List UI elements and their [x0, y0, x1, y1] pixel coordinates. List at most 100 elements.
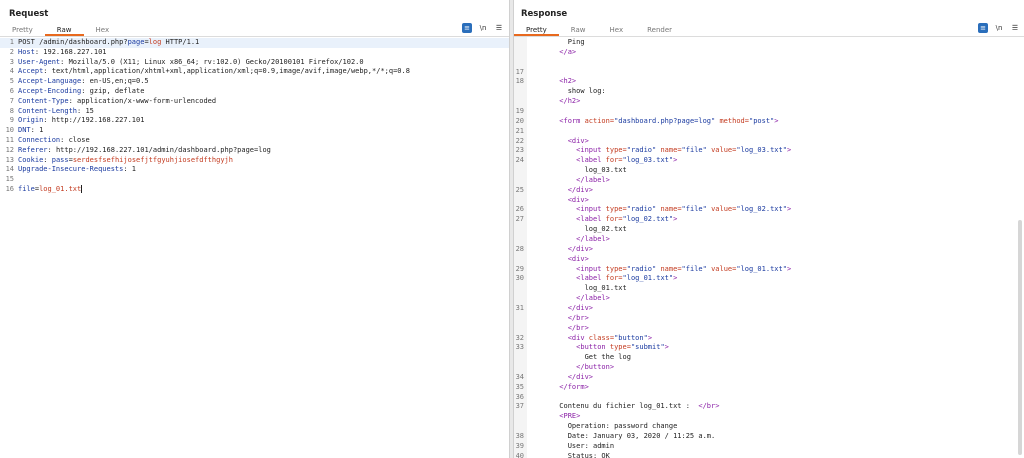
code-token: : [43, 155, 52, 164]
code-token: : 1 [30, 126, 44, 135]
menu-icon[interactable]: ☰ [1010, 23, 1020, 33]
code-text: Origin: http://192.168.227.101 [18, 116, 144, 126]
code-token: Accept [18, 67, 44, 76]
line-number: 35 [515, 382, 524, 391]
code-line: 28 </div> [514, 245, 1024, 255]
line-number: 30 [515, 274, 524, 283]
wrap-icon[interactable]: ≡ [462, 23, 472, 33]
code-token: Host [18, 47, 35, 56]
code-token: for= [605, 156, 623, 165]
tab-raw[interactable]: Raw [44, 24, 84, 36]
code-text: Status: OK [534, 452, 610, 458]
code-token: file [18, 185, 35, 193]
code-text: <button type="submit"> [534, 343, 669, 353]
line-number: 39 [515, 441, 524, 450]
tab-hex[interactable]: Hex [598, 24, 636, 36]
code-token: : 192.168.227.101 [34, 47, 107, 56]
response-editor[interactable]: Ping </a> 17 18 <h2> show log: </h2> 19 20 <… [514, 37, 1024, 458]
code-token: </br> [534, 313, 589, 322]
code-line: </button> [514, 363, 1024, 373]
code-text: </br> [534, 314, 589, 324]
code-text: </br> [534, 324, 589, 334]
code-token: : text/html,application/xhtml+xml,applic… [43, 67, 410, 76]
code-line: 2 Host: 192.168.227.101 [0, 48, 509, 58]
code-token: Content-Type [18, 96, 69, 105]
code-line: 14 Upgrade-Insecure-Requests: 1 [0, 165, 509, 175]
code-text: <input type="radio" name="file" value="l… [534, 265, 791, 275]
code-text: Content-Length: 15 [18, 107, 94, 117]
code-token: type= [605, 146, 627, 155]
tab-hex[interactable]: Hex [84, 24, 122, 36]
request-editor[interactable]: 1 POST /admin/dashboard.php?page=log HTTP… [0, 37, 509, 458]
code-text: Content-Type: application/x-www-form-url… [18, 97, 216, 107]
code-line: log_03.txt [514, 166, 1024, 176]
tab-raw[interactable]: Raw [559, 24, 598, 36]
response-toolbar: ≡ \n ☰ [978, 23, 1020, 33]
code-token: value= [711, 146, 737, 155]
code-text: Referer: http://192.168.227.101/admin/da… [18, 146, 271, 156]
tab-render[interactable]: Render [635, 24, 684, 36]
request-toolbar: ≡ \n ☰ [462, 23, 504, 33]
code-token: <div> [534, 195, 589, 204]
line-number: 38 [515, 432, 524, 440]
code-token: : http://192.168.227.101 [43, 116, 145, 125]
code-token: </div> [534, 372, 594, 381]
code-token: <input [534, 205, 606, 214]
code-token: </div> [534, 244, 594, 253]
tab-pretty[interactable]: Pretty [0, 24, 45, 36]
tab-pretty[interactable]: Pretty [514, 24, 559, 36]
code-token: Upgrade-Insecure-Requests [18, 165, 124, 174]
code-line: </label> [514, 176, 1024, 186]
code-token: </a> [534, 47, 577, 56]
code-token: : en-US,en;q=0.5 [81, 77, 149, 86]
menu-icon[interactable]: ☰ [494, 23, 504, 33]
code-token: log [148, 38, 162, 46]
code-line: Operation: password change [514, 422, 1024, 432]
code-token: <PRE> [534, 412, 581, 421]
code-token: <div> [534, 136, 589, 145]
response-scrollbar[interactable] [1018, 220, 1022, 455]
code-line: 18 <h2> [514, 77, 1024, 87]
code-text: Date: January 03, 2020 / 11:25 a.m. [534, 432, 716, 442]
line-number: 27 [515, 215, 524, 224]
code-token: "log_02.txt" [736, 205, 787, 214]
code-line: Get the log [514, 353, 1024, 363]
code-token: "radio" [626, 264, 657, 273]
line-number: 4 [9, 67, 14, 76]
line-number: 16 [5, 185, 14, 193]
code-token: : Mozilla/5.0 (X11; Linux x86_64; rv:102… [60, 57, 364, 66]
code-line: 30 <label for="log_01.txt"> [514, 274, 1024, 284]
code-line: 35 </form> [514, 383, 1024, 393]
line-number: 14 [5, 165, 14, 174]
code-text: Accept: text/html,application/xhtml+xml,… [18, 67, 410, 77]
code-token: serdesfsefhijosefjtfgyuhjiosefdfthgyjh [72, 155, 233, 164]
line-number: 11 [5, 136, 14, 144]
code-text: Operation: password change [534, 422, 678, 432]
code-token: : gzip, deflate [81, 87, 145, 95]
code-token: > [673, 274, 678, 283]
code-token: </label> [534, 294, 610, 303]
newline-toggle[interactable]: \n [478, 23, 488, 33]
code-text: Accept-Language: en-US,en;q=0.5 [18, 77, 149, 87]
response-tabs: Pretty Raw Hex Render [514, 24, 684, 36]
text-caret [81, 185, 83, 193]
code-text: POST /admin/dashboard.php?page=log HTTP/… [18, 38, 199, 48]
line-number: 19 [515, 106, 524, 115]
line-number: 34 [515, 372, 524, 381]
code-line: <div> [514, 255, 1024, 265]
code-line: </label> [514, 235, 1024, 245]
newline-toggle[interactable]: \n [994, 23, 1004, 33]
code-line: </h2> [514, 97, 1024, 107]
code-token: <input [534, 264, 606, 273]
code-token: "log_03.txt" [622, 156, 674, 165]
code-token: <div> [534, 254, 589, 263]
code-text: Contenu du fichier log_01.txt : </br> [534, 402, 719, 412]
code-line: show log: [514, 87, 1024, 97]
code-token: : close [60, 136, 90, 144]
code-token: value= [711, 264, 737, 273]
code-token: "radio" [626, 205, 657, 214]
code-line: </label> [514, 294, 1024, 304]
code-token: Content-Length [18, 106, 78, 115]
code-text: </div> [534, 245, 593, 255]
wrap-icon[interactable]: ≡ [978, 23, 988, 33]
